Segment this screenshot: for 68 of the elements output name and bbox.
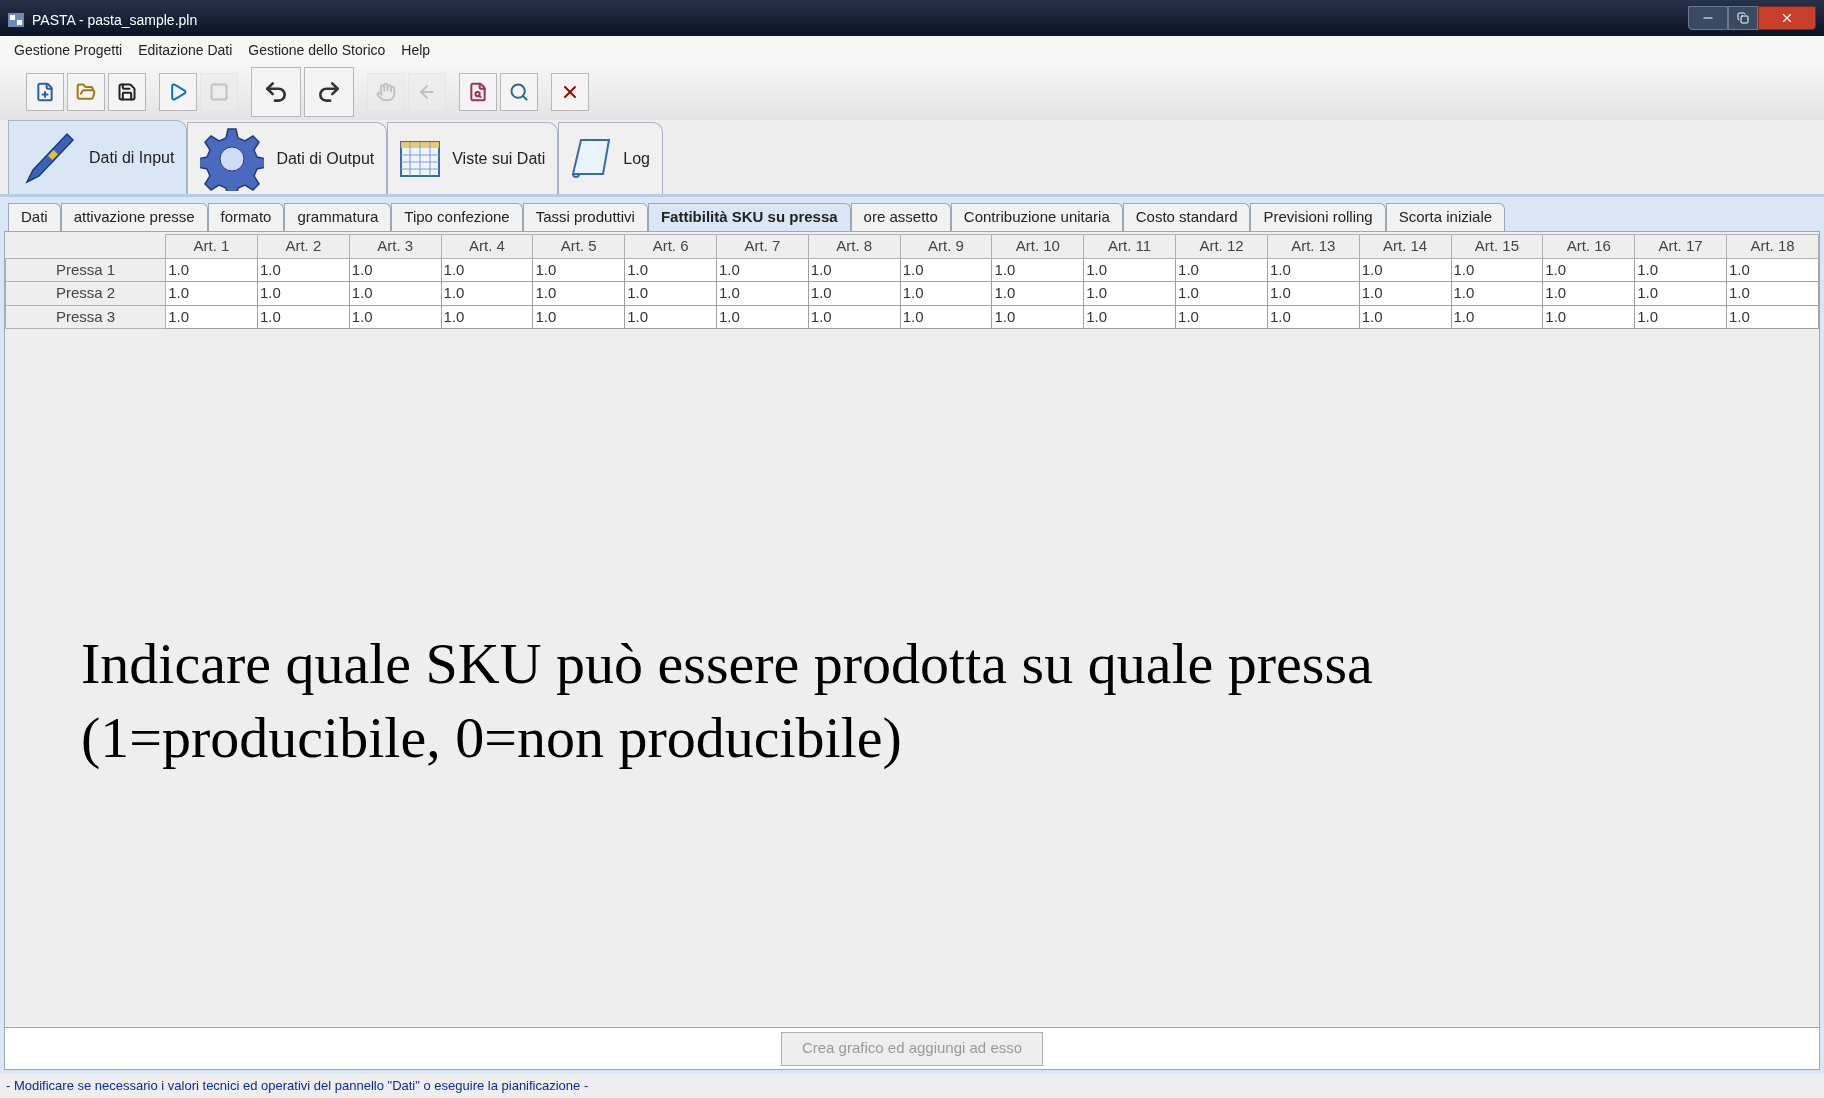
hand-icon (376, 82, 396, 102)
toolbar-button[interactable] (304, 67, 354, 117)
toolbar-button[interactable] (108, 73, 146, 111)
toolbar-button[interactable] (551, 73, 589, 111)
instruction-text: (1=producibile, 0=non producibile) (81, 704, 903, 772)
toolbar-button[interactable] (459, 73, 497, 111)
sub-tab[interactable]: grammatura (284, 203, 392, 231)
column-header[interactable]: Art. 12 (1175, 234, 1268, 258)
main-tab[interactable]: Viste sui Dati (387, 122, 559, 194)
instruction-text: Indicare quale SKU può essere prodotta su quale pressa (81, 630, 1373, 698)
column-header[interactable]: Art. 6 (624, 234, 717, 258)
play-icon (168, 82, 188, 102)
column-header[interactable]: Art. 3 (349, 234, 442, 258)
search-icon (509, 82, 529, 102)
sub-tab[interactable]: Fattibilità SKU su pressa (647, 203, 851, 231)
sub-tab[interactable]: attivazione presse (60, 203, 208, 231)
column-header[interactable]: Art. 9 (900, 234, 992, 258)
table-icon (400, 140, 441, 177)
sub-tab[interactable]: ore assetto (850, 203, 951, 231)
column-header[interactable]: Art. 15 (1451, 234, 1543, 258)
sub-tab[interactable]: Tipo confezione (391, 203, 523, 231)
main-tab[interactable]: Dati di Input (8, 120, 188, 194)
row-header: Pressa 2 (5, 281, 166, 305)
column-header[interactable]: Art. 4 (441, 234, 533, 258)
column-header[interactable]: Art. 11 (1083, 234, 1176, 258)
main-tab[interactable]: Log (558, 122, 663, 194)
restore-icon (1737, 12, 1749, 24)
sub-tab[interactable]: Scorta iniziale (1385, 203, 1506, 231)
preview-icon (468, 82, 488, 102)
app-icon (8, 13, 24, 27)
row-header: Pressa 3 (5, 305, 166, 329)
main-tab[interactable]: Dati di Output (187, 122, 388, 194)
close-window-button[interactable] (1758, 6, 1816, 30)
undo-icon (263, 79, 289, 105)
folder-icon (76, 82, 96, 102)
gear-icon (200, 126, 265, 191)
sub-tab[interactable]: Dati (8, 203, 61, 231)
row-header: Pressa 1 (5, 258, 166, 282)
status-text: - Modificare se necessario i valori tecnici ed operativi del pannello "Dati" o eseguire la pianificazione - (6, 1077, 589, 1096)
column-header[interactable]: Art. 17 (1634, 234, 1727, 258)
menu-item[interactable]: Editazione Dati (138, 39, 233, 61)
menu-item[interactable]: Help (401, 39, 431, 61)
sub-tab[interactable]: Costo standard (1122, 203, 1251, 231)
window-title: PASTA - pasta_sample.pln (32, 10, 198, 30)
column-header[interactable]: Art. 1 (165, 234, 258, 258)
column-header[interactable]: Art. 8 (808, 234, 901, 258)
toolbar-button[interactable] (251, 67, 301, 117)
sub-tab[interactable]: Previsioni rolling (1250, 203, 1386, 231)
column-header[interactable]: Art. 7 (716, 234, 809, 258)
menu-item[interactable]: Gestione dello Storico (248, 39, 386, 61)
column-header[interactable]: Art. 18 (1726, 234, 1819, 258)
floppy-icon (117, 82, 137, 102)
stop-icon (209, 82, 229, 102)
menu-item[interactable]: Gestione Progetti (14, 39, 123, 61)
sub-tab[interactable]: Tassi produttivi (522, 203, 648, 231)
new-file-icon (35, 82, 55, 102)
redo-icon (316, 79, 342, 105)
scroll-icon (571, 137, 612, 180)
column-header[interactable]: Art. 13 (1267, 234, 1360, 258)
sub-tab[interactable]: Contribuzione unitaria (950, 203, 1123, 231)
close-icon (1780, 11, 1794, 25)
sub-tab[interactable]: formato (207, 203, 285, 231)
column-header[interactable]: Art. 14 (1359, 234, 1451, 258)
column-header[interactable]: Art. 10 (991, 234, 1084, 258)
column-header[interactable]: Art. 2 (257, 234, 350, 258)
restore-button[interactable] (1728, 6, 1758, 30)
column-header[interactable]: Art. 5 (532, 234, 625, 258)
column-header[interactable]: Art. 16 (1542, 234, 1635, 258)
